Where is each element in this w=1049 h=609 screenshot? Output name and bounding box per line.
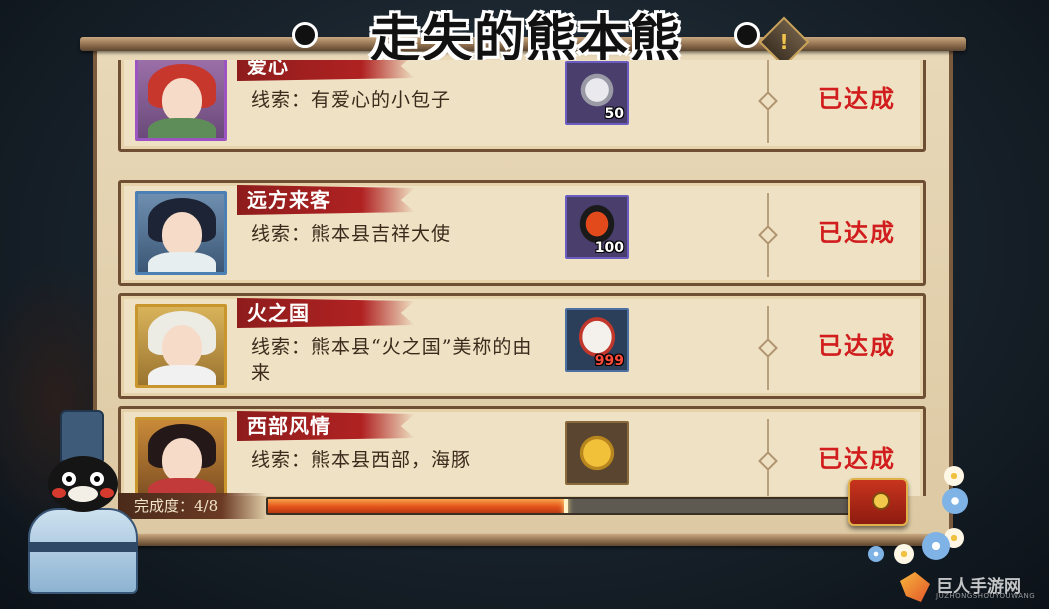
flower-icon — [868, 546, 884, 562]
paw-icon — [734, 22, 760, 48]
diamond-ornament-icon — [758, 338, 778, 358]
reward-count: 999 — [594, 353, 624, 369]
flower-icon — [922, 532, 950, 560]
status-achieved: 已达成 — [818, 218, 896, 247]
character-portrait — [135, 60, 227, 141]
task-clue: 线索：有爱心的小包子 — [251, 89, 452, 111]
task-name-banner: 爱心 — [237, 60, 415, 81]
watermark-subtext: JUZHONGSHOUYOUWANG — [936, 592, 1036, 600]
diamond-ornament-icon — [758, 225, 778, 245]
flower-icon — [894, 544, 914, 564]
task-row: 西部风情 线索：熊本县西部，海豚 已达成 — [118, 406, 926, 496]
diamond-ornament-icon — [758, 451, 778, 471]
status-achieved: 已达成 — [818, 444, 896, 473]
task-name: 远方来客 — [247, 188, 331, 212]
task-row: 火之国 线索：熊本县“火之国”美称的由来 999 已达成 — [118, 293, 926, 399]
progress-track — [266, 497, 866, 515]
task-name: 火之国 — [247, 301, 310, 325]
character-portrait — [135, 304, 227, 388]
task-name-banner: 远方来客 — [237, 185, 415, 215]
scroll-bottom-rod — [100, 534, 950, 546]
kumamon-mascot — [22, 410, 152, 600]
paw-icon — [292, 22, 318, 48]
task-clue: 线索：熊本县西部，海豚 — [251, 449, 472, 471]
reward-item[interactable]: 100 — [565, 195, 629, 259]
status-achieved: 已达成 — [818, 331, 896, 360]
task-list[interactable]: 爱心 线索：有爱心的小包子 50 已达成 远方来客 线索：熊本县吉祥大使 100… — [118, 60, 926, 496]
reward-item[interactable]: 999 — [565, 308, 629, 372]
reward-item[interactable]: 50 — [565, 61, 629, 125]
reward-item[interactable] — [565, 421, 629, 485]
treasure-chest-button[interactable] — [848, 478, 908, 526]
task-name-banner: 火之国 — [237, 298, 415, 328]
reward-count: 50 — [604, 106, 624, 122]
task-row: 远方来客 线索：熊本县吉祥大使 100 已达成 — [118, 180, 926, 286]
progress-marker — [564, 499, 568, 513]
reward-count: 100 — [594, 240, 624, 256]
task-clue: 线索：熊本县“火之国”美称的由来 — [251, 336, 533, 384]
task-name: 西部风情 — [247, 414, 331, 438]
task-clue: 线索：熊本县吉祥大使 — [251, 223, 452, 245]
status-achieved: 已达成 — [818, 84, 896, 113]
site-watermark: 巨人手游网 JUZHONGSHOUYOUWANG — [900, 570, 1045, 604]
flower-icon — [944, 466, 964, 486]
task-name-banner: 西部风情 — [237, 411, 415, 441]
exclamation-icon: ! — [779, 30, 789, 54]
task-row: 爱心 线索：有爱心的小包子 50 已达成 — [118, 60, 926, 152]
completion-progress: 完成度：4/8 — [118, 490, 888, 522]
diamond-ornament-icon — [758, 91, 778, 111]
task-name: 爱心 — [247, 60, 289, 78]
character-portrait — [135, 191, 227, 275]
watermark-logo-icon — [900, 572, 930, 602]
flower-icon — [942, 488, 968, 514]
progress-fill — [268, 499, 566, 513]
